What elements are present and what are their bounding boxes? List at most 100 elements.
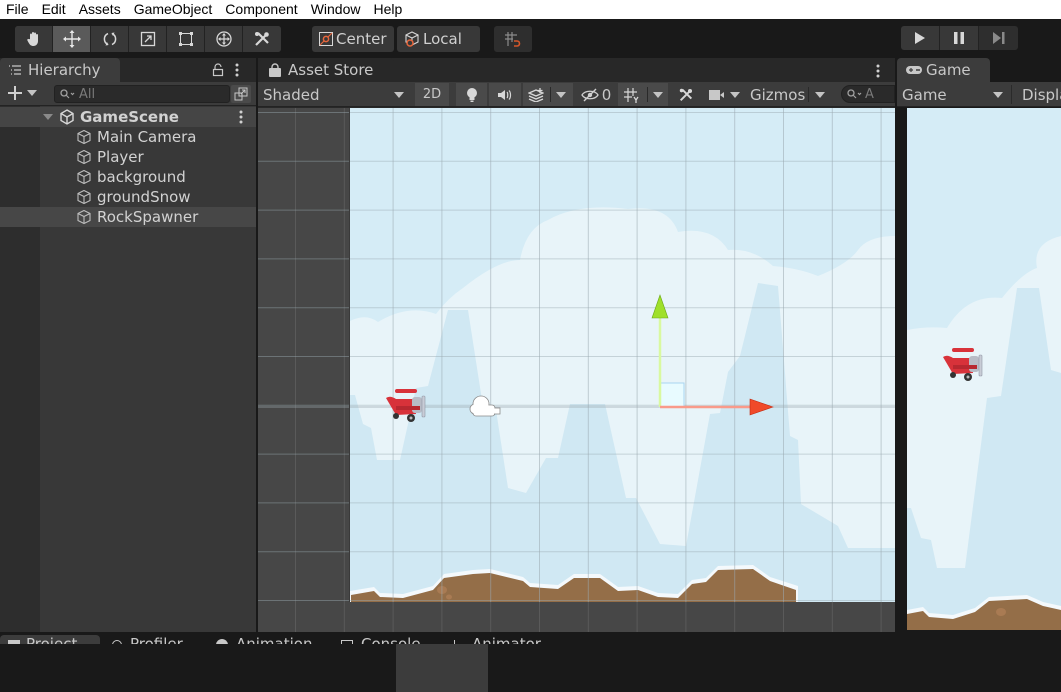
display-dropdown[interactable]: Displa <box>1017 83 1061 106</box>
scale-tool-button[interactable] <box>129 26 167 52</box>
tools-toggle[interactable] <box>670 83 701 106</box>
game-tab-row: Game <box>897 58 1061 82</box>
tab-project-label: Project <box>26 635 78 644</box>
hierarchy-item[interactable]: Main Camera <box>0 127 256 147</box>
step-button[interactable] <box>979 26 1018 50</box>
tab-hierarchy-label: Hierarchy <box>28 61 101 79</box>
gameobject-cube-icon <box>77 129 91 145</box>
menu-edit[interactable]: Edit <box>42 0 66 19</box>
chevron-down-icon <box>27 90 37 96</box>
hierarchy-item-label: Player <box>97 148 144 166</box>
pause-button[interactable] <box>940 26 979 50</box>
draw-mode-dropdown[interactable]: Shaded <box>258 83 410 106</box>
play-button[interactable] <box>901 26 940 50</box>
custom-tool-button[interactable] <box>243 26 281 52</box>
search-scene-icon <box>234 87 248 101</box>
rect-icon <box>178 32 193 46</box>
grid-icon <box>624 87 639 103</box>
scene-search-input[interactable]: A <box>841 85 895 103</box>
ground-rock <box>446 594 452 600</box>
hidden-objects-toggle[interactable]: 0 <box>576 83 616 106</box>
transform-icon <box>215 31 232 47</box>
game-viewport[interactable] <box>907 108 1061 630</box>
lighting-toggle[interactable] <box>456 83 487 106</box>
play-controls <box>901 26 1018 50</box>
main-toolbar: Center Local <box>0 19 1061 58</box>
eye-slash-icon <box>580 88 599 101</box>
move-gizmo-plane-handle[interactable] <box>659 382 685 408</box>
scene-name: GameScene <box>80 108 179 126</box>
hierarchy-toolbar: All <box>0 82 256 106</box>
scene-search-button[interactable] <box>231 85 251 103</box>
tab-game[interactable]: Game <box>897 58 990 82</box>
hierarchy-search-input[interactable]: All <box>54 85 230 103</box>
hierarchy-item[interactable]: Player <box>0 147 256 167</box>
hierarchy-item-label: RockSpawner <box>97 208 199 226</box>
expand-arrow-icon[interactable] <box>43 114 53 120</box>
toggle-2d-button[interactable]: 2D <box>415 83 449 106</box>
hierarchy-more-button[interactable] <box>234 62 240 81</box>
lightbulb-icon <box>466 87 477 102</box>
tools-icon <box>255 32 269 46</box>
pivot-rotation-button[interactable]: Local <box>397 26 480 52</box>
menu-assets[interactable]: Assets <box>79 0 121 19</box>
scene-more-button[interactable] <box>875 63 881 82</box>
grid-toggle[interactable] <box>618 83 668 106</box>
create-button[interactable] <box>7 85 37 101</box>
hidden-count: 0 <box>601 85 612 104</box>
more-vertical-icon[interactable] <box>238 110 244 124</box>
pivot-rotation-label: Local <box>423 30 462 48</box>
tab-animator[interactable]: Animator <box>446 635 566 644</box>
menu-window[interactable]: Window <box>311 0 361 19</box>
hierarchy-search-placeholder: All <box>79 86 96 102</box>
menu-gameobject[interactable]: GameObject <box>134 0 213 19</box>
rotate-icon <box>103 32 116 46</box>
console-icon <box>341 640 353 644</box>
scene-grid-bottom <box>295 602 882 634</box>
hierarchy-item[interactable]: background <box>0 167 256 187</box>
move-tool-button[interactable] <box>53 26 91 52</box>
tab-asset-store[interactable]: Asset Store <box>260 58 394 82</box>
tab-game-label: Game <box>926 61 971 79</box>
hand-tool-button[interactable] <box>15 26 53 52</box>
tab-console[interactable]: Console <box>333 635 443 644</box>
bottom-tab-bar: Project Profiler Animation Console Anima… <box>0 632 1061 644</box>
rotate-tool-button[interactable] <box>91 26 129 52</box>
tab-animation[interactable]: Animation <box>208 635 328 644</box>
game-view-dropdown[interactable]: Game <box>897 83 1009 106</box>
hierarchy-tree: GameScene Main Camera Player background … <box>0 106 256 634</box>
hierarchy-item-selected[interactable]: RockSpawner <box>0 207 256 227</box>
rect-tool-button[interactable] <box>167 26 205 52</box>
transform-tool-button[interactable] <box>205 26 243 52</box>
scene-row[interactable]: GameScene <box>0 107 256 127</box>
scene-viewport[interactable] <box>258 108 895 602</box>
draw-mode-value: Shaded <box>263 85 320 104</box>
chevron-down-icon[interactable] <box>653 91 663 98</box>
tab-hierarchy[interactable]: Hierarchy <box>0 58 120 82</box>
menu-help[interactable]: Help <box>373 0 402 19</box>
chevron-down-icon <box>730 91 740 98</box>
hierarchy-item[interactable]: groundSnow <box>0 187 256 207</box>
effects-toggle[interactable] <box>523 83 573 106</box>
gizmos-label: Gizmos <box>750 85 806 104</box>
move-icon <box>62 30 81 48</box>
pivot-mode-button[interactable]: Center <box>312 26 394 52</box>
gizmos-dropdown[interactable]: Gizmos <box>745 83 831 106</box>
hierarchy-item-label: background <box>97 168 186 186</box>
video-camera-icon <box>709 89 724 100</box>
tools-icon <box>679 88 692 101</box>
audio-toggle[interactable] <box>489 83 521 106</box>
lock-button[interactable] <box>212 62 224 81</box>
chevron-down-icon[interactable] <box>556 91 566 98</box>
scale-icon <box>140 31 155 47</box>
game-view-value: Game <box>902 85 947 104</box>
pivot-center-icon <box>319 32 333 46</box>
tab-profiler[interactable]: Profiler <box>104 635 204 644</box>
scene-viewport-bottom <box>258 602 895 634</box>
menu-component[interactable]: Component <box>225 0 297 19</box>
menu-file[interactable]: File <box>6 0 29 19</box>
search-icon <box>847 89 862 99</box>
camera-settings-dropdown[interactable] <box>703 83 745 106</box>
tab-project[interactable]: Project <box>0 635 100 644</box>
grid-snap-button[interactable] <box>494 26 532 52</box>
